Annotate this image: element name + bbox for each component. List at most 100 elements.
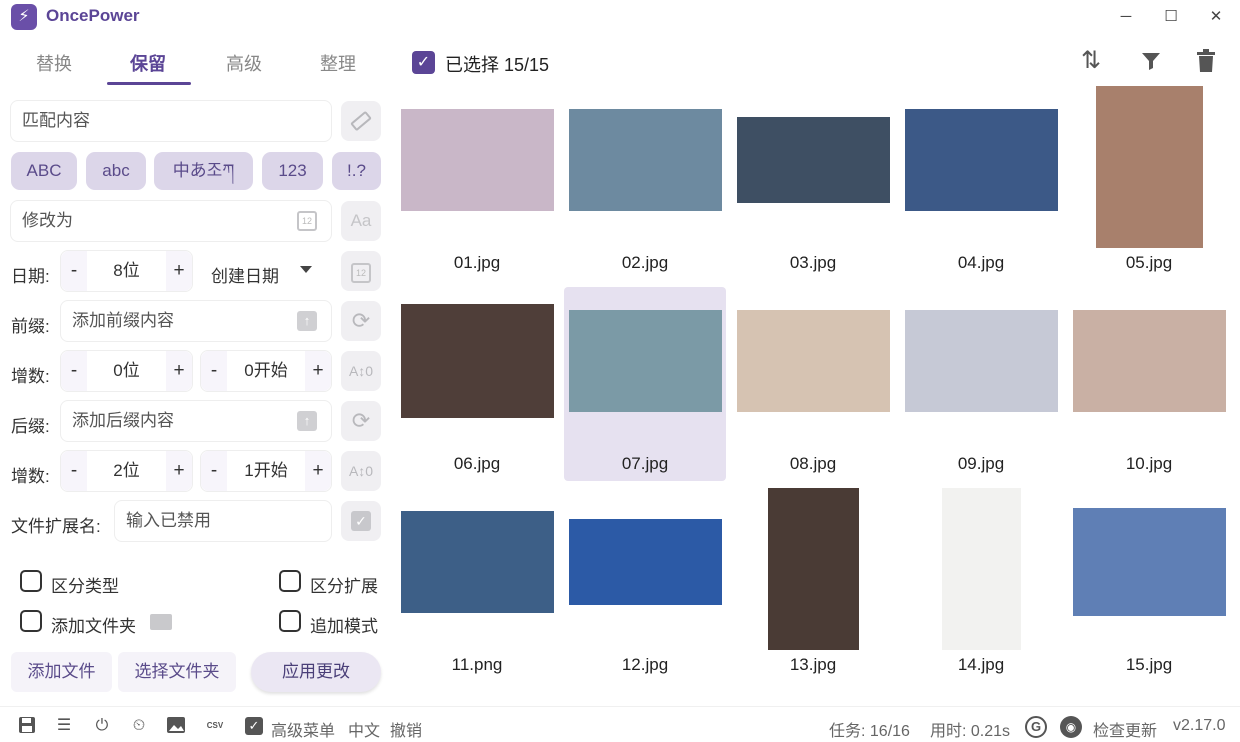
file-item[interactable]: 02.jpg: [564, 86, 726, 280]
suffix-input[interactable]: 添加后缀内容 ↑: [60, 400, 332, 442]
file-item[interactable]: 10.jpg: [1068, 287, 1230, 481]
file-item[interactable]: 13.jpg: [732, 488, 894, 682]
file-item[interactable]: 09.jpg: [900, 287, 1062, 481]
prefix-start-stepper[interactable]: - 0开始 +: [200, 350, 332, 392]
plus-button[interactable]: +: [305, 351, 331, 391]
file-name: 05.jpg: [1125, 253, 1173, 272]
check-update-button[interactable]: 检查更新: [1093, 717, 1157, 741]
gitee-icon[interactable]: G: [1025, 716, 1047, 738]
trash-icon[interactable]: [1191, 46, 1221, 76]
check-icon[interactable]: ✓: [341, 501, 381, 541]
minus-button[interactable]: -: [61, 351, 87, 391]
uppercase-chip[interactable]: ABC: [11, 152, 77, 190]
sort-number-icon[interactable]: A↕0: [341, 451, 381, 491]
csv-icon[interactable]: CSV: [205, 716, 225, 736]
prefix-digits-stepper[interactable]: - 0位 +: [60, 350, 193, 392]
font-case-icon[interactable]: Aa: [341, 201, 381, 241]
file-thumbnail: [568, 109, 722, 211]
github-icon[interactable]: ◉: [1060, 716, 1082, 738]
save-icon[interactable]: [17, 716, 37, 736]
file-item[interactable]: 11.png: [396, 488, 558, 682]
calendar-icon[interactable]: 12: [297, 211, 317, 231]
log-icon[interactable]: ☰: [54, 716, 74, 736]
refresh-icon[interactable]: ⟳: [341, 401, 381, 441]
distinguish-ext-checkbox[interactable]: [279, 570, 301, 592]
file-thumbnail: [568, 310, 722, 412]
date-digits-stepper[interactable]: - 8位 +: [60, 250, 193, 292]
select-all-checkbox[interactable]: ✓: [412, 51, 435, 74]
language-button[interactable]: 中文: [348, 717, 380, 741]
date-label: 日期:: [11, 267, 50, 286]
power-icon[interactable]: ⏻: [92, 716, 112, 736]
file-item[interactable]: 03.jpg: [732, 86, 894, 280]
calendar-icon[interactable]: 12: [341, 251, 381, 291]
match-input[interactable]: 匹配内容: [10, 100, 332, 142]
date-type-select[interactable]: 创建日期: [211, 262, 279, 287]
minus-button[interactable]: -: [61, 451, 87, 491]
sort-number-icon[interactable]: A↕0: [341, 351, 381, 391]
prefix-inc-label: 增数:: [11, 367, 50, 386]
file-item[interactable]: 01.jpg: [396, 86, 558, 280]
file-thumbnail: [1072, 310, 1226, 412]
file-item[interactable]: 12.jpg: [564, 488, 726, 682]
ext-input: 输入已禁用: [114, 500, 332, 542]
file-item[interactable]: 08.jpg: [732, 287, 894, 481]
apply-changes-button[interactable]: 应用更改: [251, 652, 381, 692]
upload-icon[interactable]: ↑: [297, 311, 317, 331]
advanced-menu-label[interactable]: 高级菜单: [271, 717, 335, 741]
file-item[interactable]: 07.jpg: [564, 287, 726, 481]
tab-advanced[interactable]: 高级: [204, 50, 284, 76]
symbol-chip[interactable]: !.?: [332, 152, 381, 190]
file-name: 01.jpg: [453, 253, 501, 272]
add-files-button[interactable]: 添加文件: [11, 652, 112, 692]
file-item[interactable]: 04.jpg: [900, 86, 1062, 280]
elapsed-time: 用时: 0.21s: [930, 723, 1011, 740]
upload-icon[interactable]: ↑: [297, 411, 317, 431]
minimize-button[interactable]: ─: [1112, 4, 1140, 30]
tab-organize[interactable]: 整理: [298, 50, 378, 76]
plus-button[interactable]: +: [166, 351, 192, 391]
sort-icon[interactable]: ⇅: [1076, 46, 1106, 76]
file-item[interactable]: 06.jpg: [396, 287, 558, 481]
task-count: 任务: 16/16: [829, 723, 910, 740]
multilang-chip[interactable]: 中あ조ཀ: [154, 152, 253, 190]
file-item[interactable]: 15.jpg: [1068, 488, 1230, 682]
suffix-start-stepper[interactable]: - 1开始 +: [200, 450, 332, 492]
modify-input[interactable]: 修改为 12: [10, 200, 332, 242]
history-icon[interactable]: ⏲: [129, 716, 149, 736]
file-item[interactable]: 05.jpg: [1068, 86, 1230, 280]
plus-button[interactable]: +: [305, 451, 331, 491]
select-folder-button[interactable]: 选择文件夹: [118, 652, 236, 692]
prefix-start-value: 0开始: [244, 361, 288, 380]
file-thumbnail: [904, 109, 1058, 211]
tab-active-indicator: [107, 82, 191, 85]
minus-button[interactable]: -: [201, 351, 227, 391]
advanced-menu-checkbox[interactable]: ✓: [244, 716, 264, 736]
tab-replace[interactable]: 替换: [14, 50, 94, 76]
suffix-digits-stepper[interactable]: - 2位 +: [60, 450, 193, 492]
left-panel: 替换 保留 高级 整理 匹配内容 ABC abc 中あ조ཀ 123 !.? 修改…: [0, 34, 392, 706]
version-label: v2.17.0: [1173, 717, 1226, 734]
number-chip[interactable]: 123: [262, 152, 323, 190]
add-folder-checkbox[interactable]: [20, 610, 42, 632]
filter-icon[interactable]: [1136, 46, 1166, 76]
plus-button[interactable]: +: [166, 451, 192, 491]
prefix-input[interactable]: 添加前缀内容 ↑: [60, 300, 332, 342]
lowercase-chip[interactable]: abc: [86, 152, 146, 190]
plus-button[interactable]: +: [166, 251, 192, 291]
file-name: 08.jpg: [789, 454, 837, 473]
append-mode-checkbox[interactable]: [279, 610, 301, 632]
ruler-icon[interactable]: [341, 101, 381, 141]
tab-keep[interactable]: 保留: [108, 50, 188, 76]
file-item[interactable]: 14.jpg: [900, 488, 1062, 682]
close-button[interactable]: ✕: [1202, 4, 1230, 30]
distinguish-type-checkbox[interactable]: [20, 570, 42, 592]
chevron-down-icon[interactable]: [300, 266, 312, 273]
file-thumbnail: [904, 310, 1058, 412]
maximize-button[interactable]: ☐: [1157, 4, 1185, 30]
refresh-icon[interactable]: ⟳: [341, 301, 381, 341]
minus-button[interactable]: -: [201, 451, 227, 491]
minus-button[interactable]: -: [61, 251, 87, 291]
undo-button[interactable]: 撤销: [390, 717, 422, 741]
image-icon[interactable]: [166, 716, 186, 736]
